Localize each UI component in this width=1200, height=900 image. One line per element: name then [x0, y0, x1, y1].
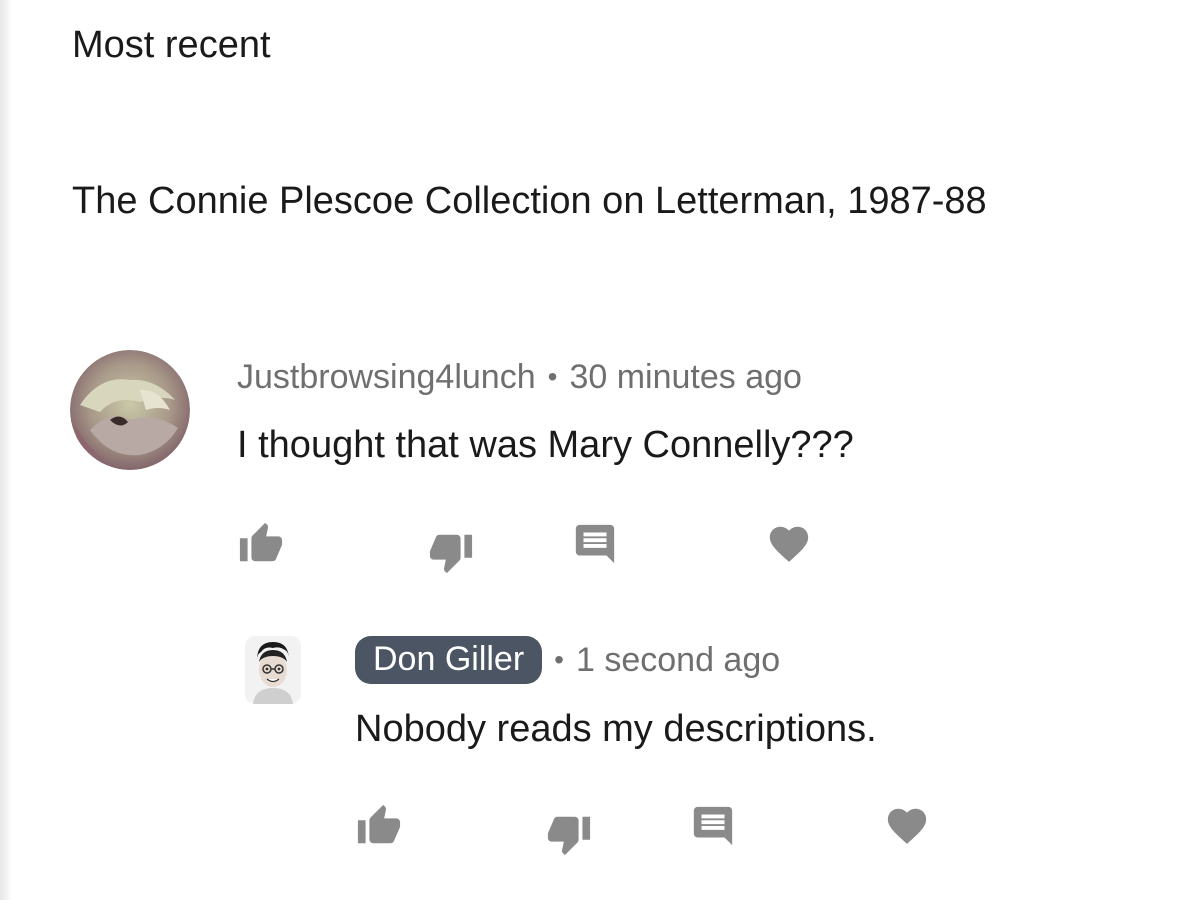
comment-meta: Don Giller • 1 second ago — [355, 636, 780, 684]
separator-dot: • — [554, 644, 564, 675]
comment-meta: Justbrowsing4lunch • 30 minutes ago — [237, 356, 802, 398]
thumbs-down-icon[interactable] — [427, 528, 475, 576]
timestamp: 1 second ago — [575, 641, 781, 679]
comment: Justbrowsing4lunch • 30 minutes ago I th… — [70, 350, 1170, 580]
author-name-highlighted[interactable]: Don Giller — [355, 636, 543, 684]
thumbs-down-icon[interactable] — [545, 810, 593, 858]
thumbs-up-icon[interactable] — [355, 802, 403, 850]
reply-comment: Don Giller • 1 second ago Nobody reads m… — [245, 636, 1175, 866]
comment-text: Nobody reads my descriptions. — [355, 708, 877, 750]
comment-text: I thought that was Mary Connelly??? — [237, 424, 854, 466]
timestamp: 30 minutes ago — [569, 358, 802, 396]
video-title: The Connie Plescoe Collection on Letterm… — [72, 180, 987, 222]
reply-icon[interactable] — [571, 520, 619, 568]
thumbs-up-icon[interactable] — [237, 520, 285, 568]
author-name[interactable]: Justbrowsing4lunch — [237, 356, 536, 398]
sort-dropdown[interactable]: Most recent — [72, 22, 271, 68]
avatar-photo-icon[interactable] — [70, 350, 190, 470]
heart-icon[interactable] — [765, 520, 813, 568]
comment-actions — [237, 520, 837, 574]
left-edge-shadow — [0, 0, 12, 900]
comment-actions — [355, 802, 955, 856]
avatar-photo-icon[interactable] — [245, 636, 301, 704]
page: Most recent The Connie Plescoe Collectio… — [0, 0, 1200, 900]
heart-icon[interactable] — [883, 802, 931, 850]
reply-icon[interactable] — [689, 802, 737, 850]
separator-dot: • — [547, 361, 558, 392]
